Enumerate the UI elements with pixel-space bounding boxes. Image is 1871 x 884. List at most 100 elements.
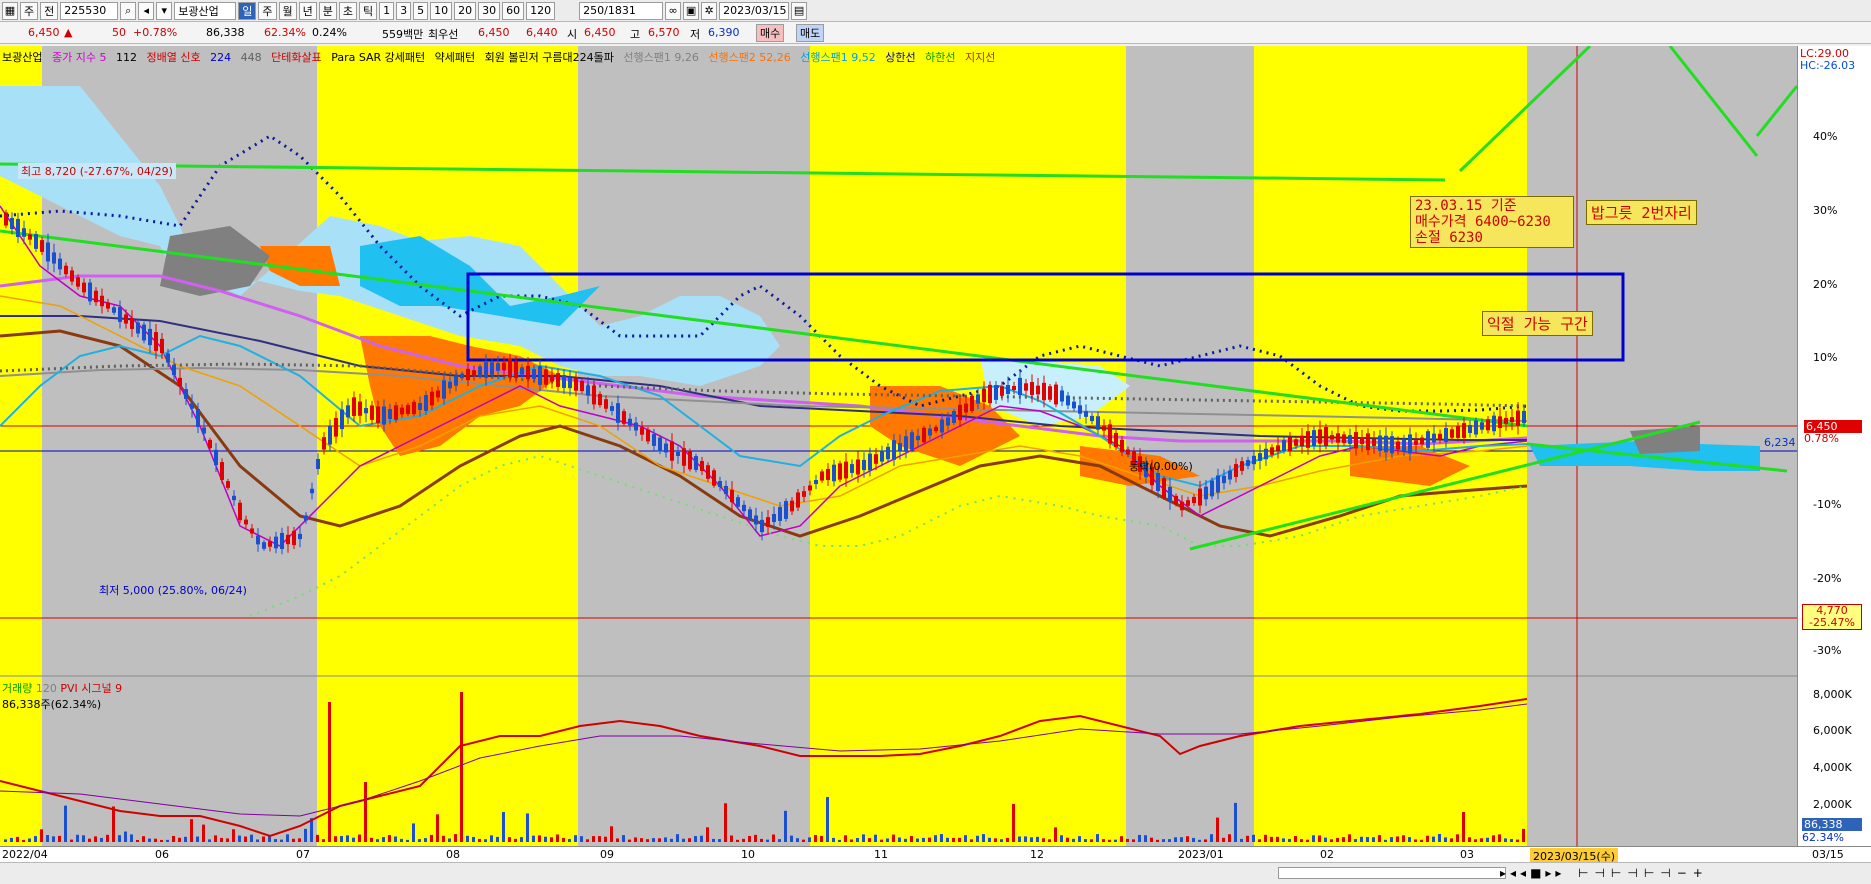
- volume-bar: [304, 828, 307, 842]
- calendar-icon[interactable]: ▤: [791, 1, 808, 20]
- volume-bar: [958, 837, 961, 842]
- minute-20[interactable]: 20: [454, 1, 477, 20]
- tab-month[interactable]: 월: [278, 1, 297, 20]
- tab-tick[interactable]: 틱: [359, 1, 378, 20]
- volume-bar: [1336, 837, 1339, 842]
- candle-body: [400, 407, 404, 415]
- minute-120[interactable]: 120: [526, 1, 556, 20]
- candle-body: [526, 365, 530, 380]
- search-icon[interactable]: ⌕: [120, 1, 137, 20]
- chart-scrollbar[interactable]: ▸◂◂■▸▸ ⊢⊣⊢⊣⊢⊣−+: [0, 862, 1871, 884]
- candle-body: [1288, 436, 1292, 452]
- candle-body: [688, 450, 692, 470]
- chevron-down-icon[interactable]: ▾: [156, 1, 173, 20]
- price-change: 50: [112, 26, 126, 39]
- volume-bar: [1084, 839, 1087, 842]
- count-field[interactable]: 250/1831: [579, 1, 664, 20]
- vol-tag: 86,338: [1802, 818, 1862, 831]
- scroll-controls[interactable]: ▸◂◂■▸▸: [1500, 866, 1565, 880]
- volume-bar: [940, 834, 943, 842]
- candle-body: [154, 332, 158, 351]
- x-label-03: 03: [1460, 848, 1474, 861]
- candle-body: [1030, 382, 1034, 395]
- volume-bar: [1186, 836, 1189, 842]
- volume-bar: [208, 839, 211, 842]
- candle-body: [334, 418, 338, 437]
- volume-bar: [454, 834, 457, 842]
- volume-bar: [682, 838, 685, 842]
- volume-bar: [604, 836, 607, 842]
- candle-body: [658, 437, 662, 452]
- volume-ratio: 62.34%: [264, 26, 306, 39]
- tab-minute[interactable]: 분: [318, 1, 337, 20]
- volume-bar: [1456, 834, 1459, 842]
- candle-body: [700, 461, 704, 471]
- candle-body: [1228, 470, 1232, 480]
- candle-body: [1462, 423, 1466, 438]
- period-select[interactable]: 주: [20, 1, 39, 20]
- volume-bar: [448, 838, 451, 842]
- volume-bar: [16, 836, 19, 842]
- zoom-controls[interactable]: ⊢⊣⊢⊣⊢⊣−+: [1578, 866, 1709, 880]
- volume-bar: [1258, 839, 1261, 842]
- candle-body: [718, 481, 722, 487]
- volume-bar: [1198, 839, 1201, 842]
- legend-ma: 종가 지수 5: [51, 51, 107, 64]
- code-input[interactable]: 225530: [60, 1, 119, 20]
- candle-body: [994, 385, 998, 400]
- tick-minus-20: -20%: [1813, 572, 1842, 585]
- volume-bar: [898, 837, 901, 842]
- volume-bar: [52, 836, 55, 842]
- volume-bar: [544, 836, 547, 842]
- volume-bar: [130, 834, 133, 842]
- grid-icon[interactable]: ▦: [2, 1, 18, 20]
- candle-body: [1012, 385, 1016, 391]
- candle-body: [352, 397, 356, 416]
- tab-week[interactable]: 주: [258, 1, 277, 20]
- minute-5[interactable]: 5: [413, 1, 429, 20]
- volume-bar: [1498, 834, 1501, 842]
- market-select[interactable]: 전: [40, 1, 59, 20]
- minute-30[interactable]: 30: [478, 1, 501, 20]
- candle-body: [298, 533, 302, 540]
- stock-name-field[interactable]: 보광산업: [174, 1, 237, 20]
- save-icon[interactable]: ▣: [683, 1, 700, 20]
- candle-body: [1396, 441, 1400, 450]
- volume-bar: [1228, 834, 1231, 842]
- candle-body: [304, 515, 308, 521]
- volume-bar: [1180, 837, 1183, 842]
- tab-year[interactable]: 년: [298, 1, 317, 20]
- minute-1[interactable]: 1: [379, 1, 395, 20]
- date-field[interactable]: 2023/03/15: [719, 1, 790, 20]
- candle-body: [664, 443, 668, 453]
- scroll-thumb[interactable]: [1278, 867, 1506, 879]
- link-icon[interactable]: ∞: [665, 1, 682, 20]
- speaker-icon[interactable]: ◂: [138, 1, 155, 20]
- candle-body: [106, 302, 110, 309]
- tab-second[interactable]: 초: [338, 1, 357, 20]
- minute-3[interactable]: 3: [396, 1, 412, 20]
- minute-60[interactable]: 60: [502, 1, 525, 20]
- tab-day[interactable]: 일: [238, 1, 257, 20]
- candle-body: [646, 429, 650, 442]
- price-chart[interactable]: 보광산업 종가 지수 5 112 정배열 신호 224 448 단테화살표 Pa…: [0, 46, 1797, 846]
- candle-body: [460, 373, 464, 379]
- ask-price: 6,450: [478, 26, 510, 39]
- volume-bar: [226, 838, 229, 842]
- gear-icon[interactable]: ✲: [701, 1, 718, 20]
- candle-body: [1468, 425, 1472, 433]
- candle-body: [670, 441, 674, 461]
- sell-button[interactable]: 매도: [796, 24, 825, 42]
- volume-bar: [748, 836, 751, 842]
- candle-body: [1048, 386, 1052, 400]
- minute-10[interactable]: 10: [430, 1, 453, 20]
- volume-bar: [1360, 836, 1363, 842]
- candle-body: [1066, 395, 1070, 406]
- low-tag: 4,770 -25.47%: [1802, 604, 1862, 630]
- volume-bar: [190, 819, 193, 842]
- candle-body: [682, 448, 686, 466]
- volume-bar: [532, 835, 535, 842]
- candle-body: [1318, 429, 1322, 444]
- buy-button[interactable]: 매수: [756, 24, 785, 42]
- volume-bar: [652, 838, 655, 842]
